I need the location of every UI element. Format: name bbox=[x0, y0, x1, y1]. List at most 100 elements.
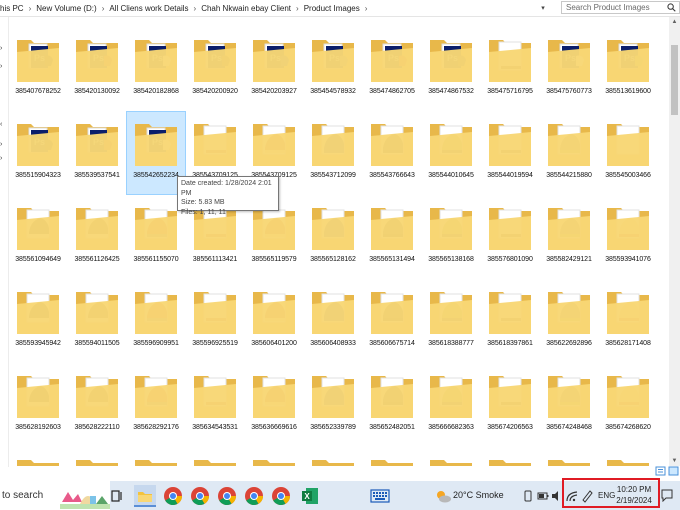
breadcrumb-this-pc[interactable]: his PC bbox=[0, 4, 24, 13]
scroll-up-icon[interactable]: ▲ bbox=[669, 17, 680, 27]
chevron-icon[interactable]: › bbox=[0, 141, 2, 148]
folder-tile[interactable]: 385674268620 bbox=[599, 364, 657, 446]
folder-tile[interactable]: 385666682363 bbox=[422, 364, 480, 446]
folder-tile[interactable] bbox=[245, 448, 303, 466]
weather-icon[interactable] bbox=[432, 485, 454, 507]
folder-tile[interactable] bbox=[68, 448, 126, 466]
folder-tile[interactable] bbox=[481, 448, 539, 466]
folder-tile[interactable]: Ps 385515904323 bbox=[9, 112, 67, 194]
vertical-scrollbar[interactable]: ▲ ▼ bbox=[669, 17, 680, 466]
file-explorer-icon[interactable] bbox=[134, 485, 156, 507]
chevron-down-icon[interactable]: ▾ bbox=[537, 2, 549, 14]
breadcrumb-product-images[interactable]: Product Images bbox=[304, 4, 360, 13]
breadcrumb-all-cliens[interactable]: All Cliens work Details bbox=[109, 4, 188, 13]
weather-text[interactable]: 20°C Smoke bbox=[453, 490, 504, 500]
folder-tile[interactable]: 385565138168 bbox=[422, 196, 480, 278]
chrome-icon[interactable] bbox=[270, 485, 292, 507]
scrollbar-thumb[interactable] bbox=[671, 45, 678, 115]
folder-tile[interactable]: 385628222110 bbox=[68, 364, 126, 446]
folder-tile[interactable]: 385618388777 bbox=[422, 280, 480, 362]
folder-icon bbox=[76, 460, 118, 466]
folder-tile[interactable]: 385674206563 bbox=[481, 364, 539, 446]
folder-tile[interactable]: 385594011505 bbox=[68, 280, 126, 362]
task-view-icon[interactable] bbox=[106, 485, 128, 507]
folder-tile[interactable] bbox=[186, 448, 244, 466]
chrome-icon[interactable] bbox=[243, 485, 265, 507]
folder-tile[interactable]: 385606401200 bbox=[245, 280, 303, 362]
folder-icon bbox=[548, 124, 590, 166]
phone-icon[interactable] bbox=[521, 489, 535, 503]
folder-tile[interactable] bbox=[422, 448, 480, 466]
chrome-icon[interactable] bbox=[162, 485, 184, 507]
folder-tile[interactable]: 385606408933 bbox=[304, 280, 362, 362]
folder-tile[interactable]: 385544215880 bbox=[540, 112, 598, 194]
folder-tile[interactable]: Ps 385420203927 bbox=[245, 28, 303, 110]
folder-tile[interactable]: 385475716795 bbox=[481, 28, 539, 110]
folder-tile[interactable]: 385582429121 bbox=[540, 196, 598, 278]
folder-tile[interactable]: 385561126425 bbox=[68, 196, 126, 278]
breadcrumb-new-volume[interactable]: New Volume (D:) bbox=[36, 4, 96, 13]
folder-tile[interactable] bbox=[599, 448, 657, 466]
folder-tile[interactable]: 385652482051 bbox=[363, 364, 421, 446]
folder-tile[interactable]: 385596925519 bbox=[186, 280, 244, 362]
excel-icon[interactable]: X bbox=[299, 485, 321, 507]
folder-tile[interactable]: 385628192603 bbox=[9, 364, 67, 446]
folder-tile[interactable]: 385544019594 bbox=[481, 112, 539, 194]
folder-tile[interactable] bbox=[304, 448, 362, 466]
notification-icon[interactable] bbox=[660, 488, 674, 502]
view-toggle-icon[interactable] bbox=[654, 466, 680, 476]
folder-tile[interactable]: Ps 385474862705 bbox=[363, 28, 421, 110]
folder-tile[interactable]: Ps 385420182868 bbox=[127, 28, 185, 110]
folder-tile[interactable]: 385622692896 bbox=[540, 280, 598, 362]
battery-icon[interactable] bbox=[536, 489, 550, 503]
folder-tile[interactable] bbox=[127, 448, 185, 466]
chevron-icon[interactable]: › bbox=[0, 63, 2, 70]
folder-tile[interactable]: Ps 385454578932 bbox=[304, 28, 362, 110]
folder-tile[interactable] bbox=[540, 448, 598, 466]
folder-tile[interactable]: Ps 385539537541 bbox=[68, 112, 126, 194]
folder-grid[interactable]: Ps 385407678252 Ps 385420130092 Ps 3854201828… bbox=[9, 28, 669, 466]
navigation-pane[interactable]: › › ‹ › › bbox=[0, 17, 9, 467]
taskbar-search[interactable]: to search bbox=[0, 481, 110, 510]
chrome-icon[interactable] bbox=[216, 485, 238, 507]
folder-tile[interactable]: Ps 385474867532 bbox=[422, 28, 480, 110]
folder-tile[interactable]: 385618397861 bbox=[481, 280, 539, 362]
tray-highlight-box bbox=[562, 478, 660, 508]
folder-tile[interactable]: 385561094649 bbox=[9, 196, 67, 278]
chevron-icon[interactable]: › bbox=[0, 155, 2, 162]
keyboard-icon[interactable] bbox=[369, 485, 391, 507]
chrome-icon[interactable] bbox=[189, 485, 211, 507]
folder-tile[interactable]: 385606675714 bbox=[363, 280, 421, 362]
folder-name: 385454578932 bbox=[310, 88, 356, 95]
folder-tile[interactable]: 385543712099 bbox=[304, 112, 362, 194]
folder-tile[interactable]: 385652339789 bbox=[304, 364, 362, 446]
scroll-down-icon[interactable]: ▼ bbox=[669, 456, 680, 466]
search-input[interactable]: Search Product Images bbox=[561, 1, 680, 14]
folder-tile[interactable]: 385634543531 bbox=[186, 364, 244, 446]
folder-tile[interactable]: 385593945942 bbox=[9, 280, 67, 362]
folder-tile[interactable]: 385628292176 bbox=[127, 364, 185, 446]
folder-tile[interactable]: 385545003466 bbox=[599, 112, 657, 194]
folder-tile[interactable]: 385628171408 bbox=[599, 280, 657, 362]
folder-tile[interactable]: 385565131494 bbox=[363, 196, 421, 278]
folder-tile[interactable]: 385593941076 bbox=[599, 196, 657, 278]
folder-tile[interactable]: Ps 385407678252 bbox=[9, 28, 67, 110]
folder-tile[interactable]: 385596909951 bbox=[127, 280, 185, 362]
address-bar[interactable]: his PC › New Volume (D:) › All Cliens wo… bbox=[0, 0, 680, 17]
chevron-icon[interactable]: ‹ bbox=[0, 121, 2, 128]
folder-tile[interactable]: 385565128162 bbox=[304, 196, 362, 278]
folder-tile[interactable] bbox=[363, 448, 421, 466]
breadcrumb[interactable]: his PC › New Volume (D:) › All Cliens wo… bbox=[0, 2, 372, 14]
folder-tile[interactable]: 385636669616 bbox=[245, 364, 303, 446]
folder-tile[interactable]: 385576801090 bbox=[481, 196, 539, 278]
folder-tile[interactable]: Ps 385475760773 bbox=[540, 28, 598, 110]
folder-tile[interactable]: Ps 385420130092 bbox=[68, 28, 126, 110]
folder-tile[interactable]: 385544010645 bbox=[422, 112, 480, 194]
folder-tile[interactable]: 385543766643 bbox=[363, 112, 421, 194]
folder-tile[interactable]: Ps 385420200920 bbox=[186, 28, 244, 110]
chevron-icon[interactable]: › bbox=[0, 45, 2, 52]
folder-tile[interactable] bbox=[9, 448, 67, 466]
folder-tile[interactable]: 385674248468 bbox=[540, 364, 598, 446]
breadcrumb-client[interactable]: Chah Nkwain ebay Client bbox=[201, 4, 291, 13]
folder-tile[interactable]: Ps 385513619600 bbox=[599, 28, 657, 110]
